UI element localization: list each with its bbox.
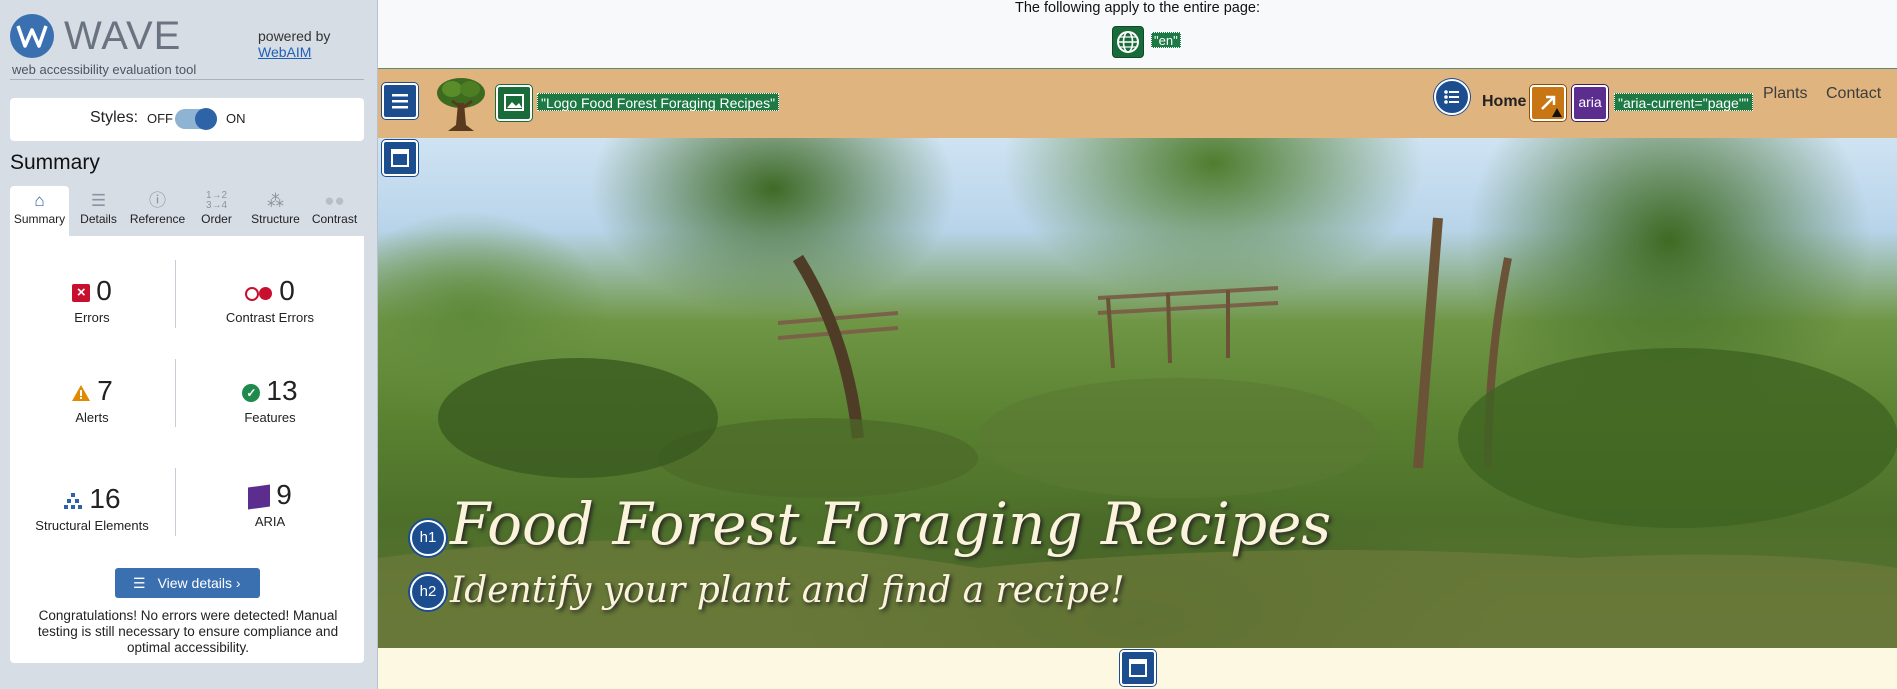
wave-brand: WAVE [64,14,182,58]
info-icon: ⓘ [149,191,166,210]
aria-count: 9 [276,479,292,510]
alert-icon [71,376,91,410]
aria-current-tag: "aria-current="page"" [1614,93,1753,111]
feature-icon: ✓ [242,383,261,402]
styles-off-label: OFF [147,111,173,126]
list-structure-icon[interactable] [1434,79,1470,115]
view-details-button[interactable]: ☰ View details › [115,568,260,598]
stat-aria[interactable]: 9 ARIA [190,478,350,529]
wave-header: WAVE web accessibility evaluation tool p… [10,14,364,80]
stat-structural[interactable]: 16 Structural Elements [12,482,172,533]
logo-alt-tag: "Logo Food Forest Foraging Recipes" [537,93,780,111]
tab-label: Reference [129,212,186,226]
wave-sidebar: WAVE web accessibility evaluation tool p… [0,0,378,689]
tab-order[interactable]: 1→2 3→4 Order [187,186,246,236]
divider [175,260,176,328]
errors-count: 0 [96,275,112,306]
page-notice: The following apply to the entire page: … [378,0,1897,68]
panel-tabs: ⌂ Summary ☰ Details ⓘ Reference 1→2 3→4 O… [10,186,364,236]
contrast-icon: ●● [324,191,345,210]
content-strip [378,648,1897,689]
h2-badge[interactable]: h2 [410,574,446,610]
view-details-label: View details › [157,575,241,591]
errors-label: Errors [74,310,110,325]
contrast-error-icon [245,286,273,301]
redundant-link-alert-icon[interactable] [1530,85,1566,121]
stat-features[interactable]: ✓ 13 Features [190,374,350,425]
tab-details[interactable]: ☰ Details [69,186,128,236]
alerts-label: Alerts [75,410,109,425]
stat-errors[interactable]: × 0 Errors [12,274,172,325]
site-navbar: "Logo Food Forest Foraging Recipes" Home… [378,68,1897,138]
aria-label: ARIA [254,514,286,529]
tab-label: Contrast [311,212,358,226]
alerts-count: 7 [97,375,113,406]
divider [175,468,176,536]
powered-by-text: powered by [258,28,331,44]
tab-label: Order [201,212,232,226]
hero-subtitle: Identify your plant and find a recipe! [450,570,1125,611]
tab-summary[interactable]: ⌂ Summary [10,186,69,236]
home-icon: ⌂ [34,191,45,210]
list-icon: ☰ [90,191,107,210]
tab-label: Summary [13,212,66,226]
aria-icon [248,484,271,510]
styles-toggle-switch[interactable] [175,108,217,130]
order-icon: 1→2 3→4 [205,190,228,211]
summary-title: Summary [10,151,100,174]
aria-attribute-icon[interactable]: aria [1572,85,1608,121]
styles-on-label: ON [226,111,246,126]
tab-label: Structure [251,212,300,226]
powered-by: powered by WebAIM [258,28,330,60]
language-tag: "en" [1151,32,1181,48]
summary-panel: × 0 Errors 0 Contrast Errors 7 Alerts ✓ 13… [10,236,364,663]
error-icon: × [72,283,91,302]
structure-icon: ⁂ [267,191,284,210]
styles-toggle-knob [195,108,217,130]
hero-banner: h1 Food Forest Foraging Recipes h2 Ident… [378,138,1897,648]
nav-link-plants[interactable]: Plants [1763,85,1807,103]
tab-label: Details [80,212,117,226]
tree-logo-icon[interactable] [434,75,488,138]
evaluated-page: The following apply to the entire page: … [378,0,1897,689]
stat-alerts[interactable]: 7 Alerts [12,374,172,425]
region-icon[interactable] [1120,650,1156,686]
structural-count: 16 [89,483,121,514]
styles-toggle-box: Styles: OFF ON [10,98,364,141]
contrast-errors-label: Contrast Errors [225,310,315,325]
contrast-errors-count: 0 [279,275,295,306]
stat-contrast-errors[interactable]: 0 Contrast Errors [190,274,350,325]
styles-label: Styles: [90,109,139,126]
tab-reference[interactable]: ⓘ Reference [128,186,187,236]
h1-badge[interactable]: h1 [410,520,446,556]
tab-contrast[interactable]: ●● Contrast [305,186,364,236]
wave-tagline: web accessibility evaluation tool [12,62,197,77]
tab-structure[interactable]: ⁂ Structure [246,186,305,236]
features-label: Features [244,410,296,425]
congrats-message: Congratulations! No errors were detected… [37,608,339,655]
features-count: 13 [266,375,298,406]
structure-icon [63,484,83,518]
list-icon: ☰ [133,575,146,591]
alt-text-icon[interactable] [496,85,532,121]
structural-label: Structural Elements [35,518,149,533]
navigation-region-icon[interactable] [382,83,418,119]
nav-link-home[interactable]: Home [1482,93,1526,111]
webaim-link[interactable]: WebAIM [258,44,330,60]
page-notice-text: The following apply to the entire page: [1014,0,1261,16]
nav-link-contact[interactable]: Contact [1826,85,1881,103]
hero-title: Food Forest Foraging Recipes [450,490,1332,558]
language-icon[interactable] [1112,26,1144,58]
divider [175,359,176,427]
wave-logo-icon [10,14,54,58]
